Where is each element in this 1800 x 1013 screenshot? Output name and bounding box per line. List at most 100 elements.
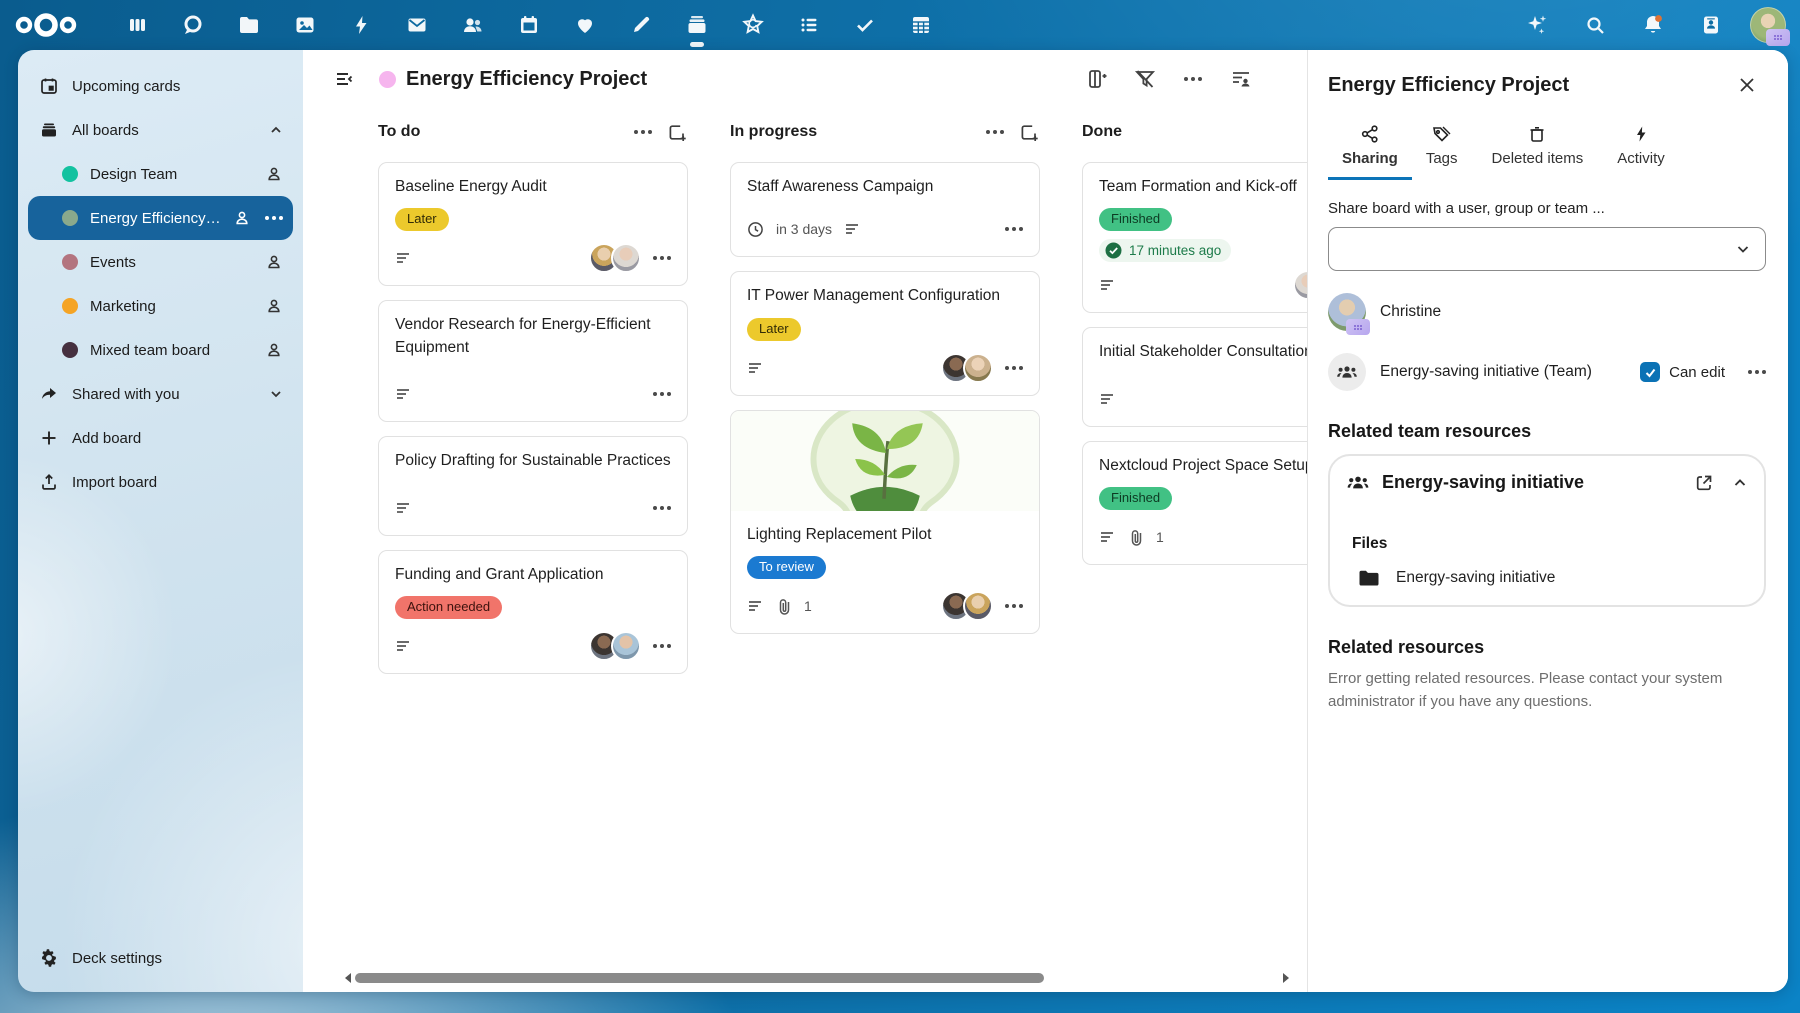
collapse-chevron-up-icon[interactable] [1732,475,1748,491]
board-menu-icon[interactable] [265,216,283,220]
card-baseline-energy-audit[interactable]: Baseline Energy Audit Later [378,162,688,286]
card-menu-icon[interactable] [1005,366,1023,370]
sharee-menu-icon[interactable] [1748,370,1766,374]
board-color-dot [62,166,78,182]
nextcloud-logo-icon[interactable] [14,12,78,38]
sidebar-board-energy-efficiency[interactable]: Energy Efficiency Pro… [28,196,293,240]
search-icon[interactable] [1570,0,1620,50]
tab-activity[interactable]: Activity [1603,118,1679,180]
board-color-dot [62,254,78,270]
board-name: Design Team [90,166,253,183]
close-icon[interactable] [1728,66,1766,104]
christine-avatar [1328,293,1366,331]
scrollbar-thumb[interactable] [355,973,1044,983]
resource-folder-item[interactable]: Energy-saving initiative [1346,569,1748,587]
description-icon [747,598,765,614]
share-select-input[interactable] [1328,227,1766,271]
card-funding-grant[interactable]: Funding and Grant Application Action nee… [378,550,688,674]
sidebar-item-add-board[interactable]: Add board [28,416,293,460]
sidebar-item-deck-settings[interactable]: Deck settings [28,936,293,980]
sharee-row-team[interactable]: Energy-saving initiative (Team) Can edit [1328,353,1766,391]
column-menu-icon[interactable] [986,130,1004,134]
notifications-bell-icon[interactable] [1628,0,1678,50]
user-avatar[interactable] [1750,7,1786,43]
panel-tabs: Sharing Tags Deleted items [1328,118,1766,180]
card-menu-icon[interactable] [1005,604,1023,608]
card-policy-drafting[interactable]: Policy Drafting for Sustainable Practice… [378,436,688,535]
board-name: Events [90,254,253,271]
shared-person-icon [233,209,251,227]
sidebar-item-shared-with-you[interactable]: Shared with you [28,372,293,416]
health-icon[interactable] [560,0,610,50]
board-details-toggle[interactable] [1222,60,1260,98]
card-title: Lighting Replacement Pilot [747,524,1023,546]
tasks-icon[interactable] [784,0,834,50]
sidebar-item-all-boards[interactable]: All boards [28,108,293,152]
mail-icon[interactable] [392,0,442,50]
team-resource-card: Energy-saving initiative Files [1328,454,1766,607]
assignee-avatar [963,591,993,621]
add-card-icon[interactable] [1018,121,1040,143]
contacts-menu-icon[interactable] [1686,0,1736,50]
card-staff-awareness[interactable]: Staff Awareness Campaign in 3 days [730,162,1040,257]
tab-tags[interactable]: Tags [1412,118,1472,180]
sidebar-board-mixed-team[interactable]: Mixed team board [28,328,293,372]
filter-off-icon[interactable] [1126,60,1164,98]
scroll-left-arrow[interactable] [345,973,351,983]
card-menu-icon[interactable] [653,392,671,396]
photos-icon[interactable] [280,0,330,50]
collapse-chevron-up-icon[interactable] [269,123,283,137]
tab-deleted-items[interactable]: Deleted items [1472,118,1604,180]
folder-icon [1358,569,1380,587]
card-title: Funding and Grant Application [395,564,671,586]
card-menu-icon[interactable] [653,644,671,648]
board-more-menu[interactable] [1174,60,1212,98]
sidebar-board-marketing[interactable]: Marketing [28,284,293,328]
sidebar-item-label: Import board [72,474,283,491]
card-title: IT Power Management Configuration [747,285,1023,307]
collectives-icon[interactable] [728,0,778,50]
external-link-icon[interactable] [1694,473,1714,493]
card-it-power-management[interactable]: IT Power Management Configuration Later [730,271,1040,395]
card-title: Policy Drafting for Sustainable Practice… [395,450,671,472]
sharee-row-christine[interactable]: Christine [1328,293,1766,331]
activity-icon[interactable] [336,0,386,50]
tab-sharing[interactable]: Sharing [1328,118,1412,180]
sidebar-item-label: Upcoming cards [72,78,283,95]
add-card-icon[interactable] [666,121,688,143]
chevron-down-icon [1735,241,1751,257]
toggle-sidebar-icon[interactable] [327,62,361,96]
card-menu-icon[interactable] [653,256,671,260]
description-icon [395,250,413,266]
description-icon [1099,391,1117,407]
files-icon[interactable] [224,0,274,50]
column-menu-icon[interactable] [634,130,652,134]
assistant-icon[interactable] [1512,0,1562,50]
card-badge: Action needed [395,596,502,619]
board-color-dot [379,71,396,88]
sidebar-board-events[interactable]: Events [28,240,293,284]
checks-icon[interactable] [840,0,890,50]
dashboard-icon[interactable] [112,0,162,50]
horizontal-scrollbar[interactable] [345,971,1289,985]
add-list-button[interactable] [1078,60,1116,98]
scroll-right-arrow[interactable] [1283,973,1289,983]
card-menu-icon[interactable] [653,506,671,510]
deck-icon-active[interactable] [672,0,722,50]
card-vendor-research[interactable]: Vendor Research for Energy-Efficient Equ… [378,300,688,422]
description-icon [844,221,862,237]
card-lighting-replacement[interactable]: Lighting Replacement Pilot To review 1 [730,410,1040,634]
sidebar-item-import-board[interactable]: Import board [28,460,293,504]
calendar-icon[interactable] [504,0,554,50]
notes-icon[interactable] [616,0,666,50]
collapse-chevron-down-icon[interactable] [269,387,283,401]
contacts-icon[interactable] [448,0,498,50]
can-edit-checkbox[interactable] [1640,362,1660,382]
card-menu-icon[interactable] [1005,227,1023,231]
description-icon [395,638,413,654]
sidebar-item-upcoming-cards[interactable]: Upcoming cards [28,64,293,108]
description-icon [1099,529,1117,545]
tables-icon[interactable] [896,0,946,50]
sidebar-board-design-team[interactable]: Design Team [28,152,293,196]
talk-icon[interactable] [168,0,218,50]
